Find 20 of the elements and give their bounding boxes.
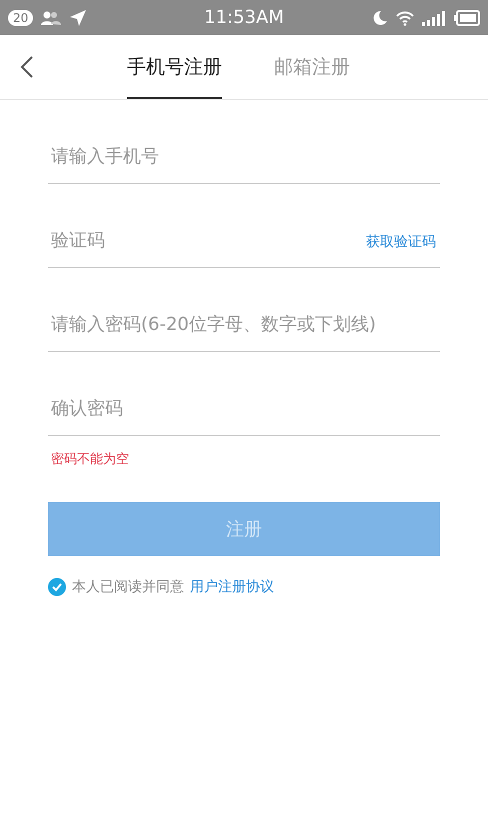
error-message: 密码不能为空 [50, 451, 130, 468]
input-field[interactable]: 验证码 [48, 230, 366, 251]
tab[interactable]: 邮箱注册 [274, 35, 350, 99]
status-time: 11:53AM [204, 7, 284, 28]
moon-icon [372, 10, 388, 26]
notification-count: 20 [8, 10, 34, 26]
tab[interactable]: 手机号注册 [127, 35, 222, 99]
checkbox[interactable] [48, 578, 66, 596]
input-field[interactable]: 确认密码 [48, 398, 440, 419]
contacts-icon [41, 10, 62, 24]
signal-icon [422, 10, 446, 26]
agreement-link[interactable]: 用户注册协议 [190, 578, 274, 596]
back-icon[interactable] [20, 55, 34, 79]
battery-icon [454, 10, 480, 26]
wifi-icon [396, 10, 414, 26]
input-field[interactable]: 请输入手机号 [48, 146, 440, 167]
agreement-text: 本人已阅读并同意 [72, 578, 184, 596]
location-arrow-icon [69, 8, 88, 26]
get-code-link[interactable]: 获取验证码 [366, 233, 436, 251]
input-field[interactable]: 请输入密码(6-20位字母、数字或下划线) [48, 314, 440, 335]
